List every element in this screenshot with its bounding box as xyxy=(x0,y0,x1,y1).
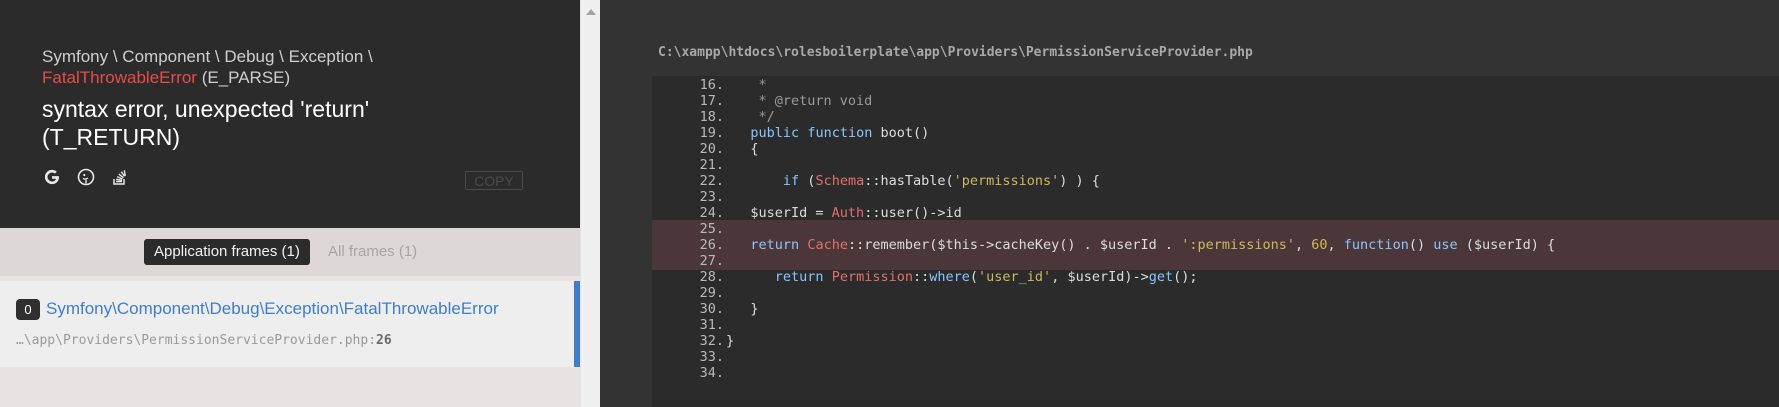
frame-index-badge: 0 xyxy=(16,299,40,320)
exception-code: (E_PARSE) xyxy=(201,68,291,87)
exception-namespace: Symfony \ Component \ Debug \ Exception … xyxy=(42,47,373,66)
frame-line-number: 26 xyxy=(376,333,392,348)
google-icon[interactable] xyxy=(42,167,62,187)
code-details-panel: C:\xampp\htdocs\rolesboilerplate\app\Pro… xyxy=(600,0,1779,407)
left-panel: Symfony \ Component \ Debug \ Exception … xyxy=(0,0,580,407)
code-file-path: C:\xampp\htdocs\rolesboilerplate\app\Pro… xyxy=(658,45,1253,60)
code-line: 34. xyxy=(652,364,1779,382)
exception-header: Symfony \ Component \ Debug \ Exception … xyxy=(0,0,580,228)
frame-tabs: Application frames (1) All frames (1) xyxy=(0,228,580,276)
search-links xyxy=(42,167,130,187)
frame-file-path: …\app\Providers\PermissionServiceProvide… xyxy=(16,333,377,348)
exception-message: syntax error, unexpected 'return' (T_RET… xyxy=(42,96,370,150)
scrollbar[interactable] xyxy=(580,0,601,407)
tab-all-frames[interactable]: All frames (1) xyxy=(328,239,417,265)
exception-class: FatalThrowableError xyxy=(42,68,197,87)
exception-title: Symfony \ Component \ Debug \ Exception … xyxy=(42,46,542,88)
line-number: 34. xyxy=(699,365,724,381)
scroll-up-arrow-icon[interactable] xyxy=(586,9,596,15)
frame-class: Symfony\Component\Debug\Exception\FatalT… xyxy=(46,299,499,318)
tab-application-frames[interactable]: Application frames (1) xyxy=(144,239,310,265)
frame-file: …\app\Providers\PermissionServiceProvide… xyxy=(16,333,392,348)
frame-list-item[interactable]: 0 Symfony\Component\Debug\Exception\Fata… xyxy=(0,281,580,367)
copy-button[interactable]: COPY xyxy=(465,171,523,190)
duckduckgo-icon[interactable] xyxy=(76,167,96,187)
code-block[interactable]: 16. * 17. * @return void 18. */19. public … xyxy=(652,76,1779,407)
stackoverflow-icon[interactable] xyxy=(110,167,130,187)
